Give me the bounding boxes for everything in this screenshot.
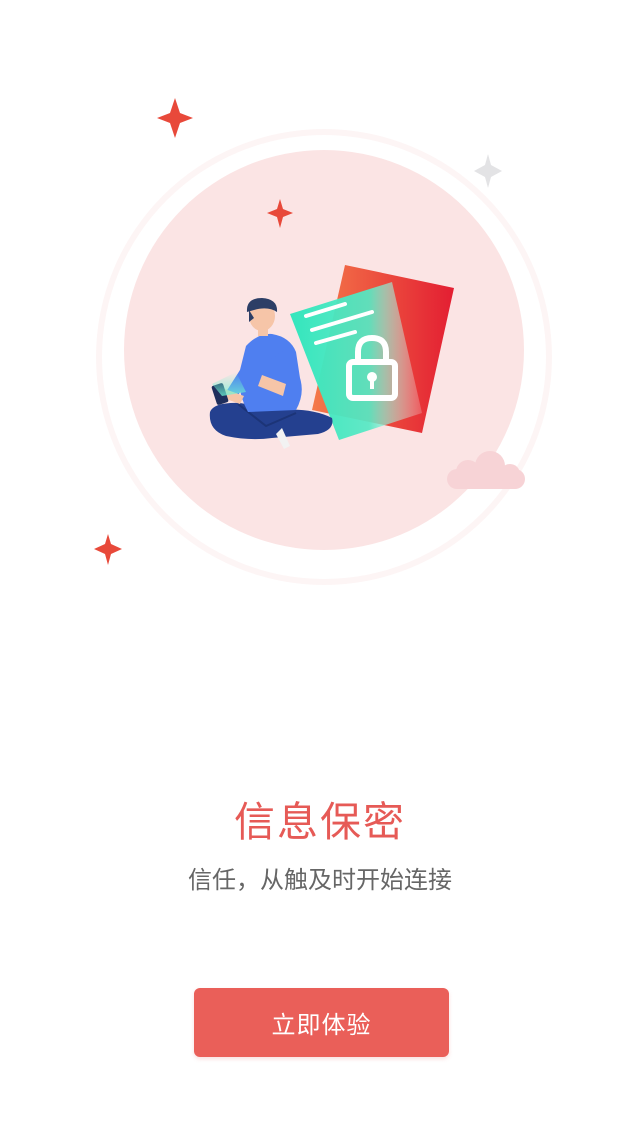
privacy-illustration — [0, 0, 640, 640]
page-title: 信息保密 — [234, 798, 406, 846]
sparkle-icon — [94, 534, 122, 565]
start-experience-button[interactable]: 立即体验 — [194, 988, 449, 1057]
sparkle-icon — [474, 154, 502, 188]
onboarding-screen: 信息保密 信任，从触及时开始连接 立即体验 — [0, 0, 640, 1136]
sparkle-icon — [157, 98, 193, 138]
page-subtitle: 信任，从触及时开始连接 — [188, 866, 452, 894]
